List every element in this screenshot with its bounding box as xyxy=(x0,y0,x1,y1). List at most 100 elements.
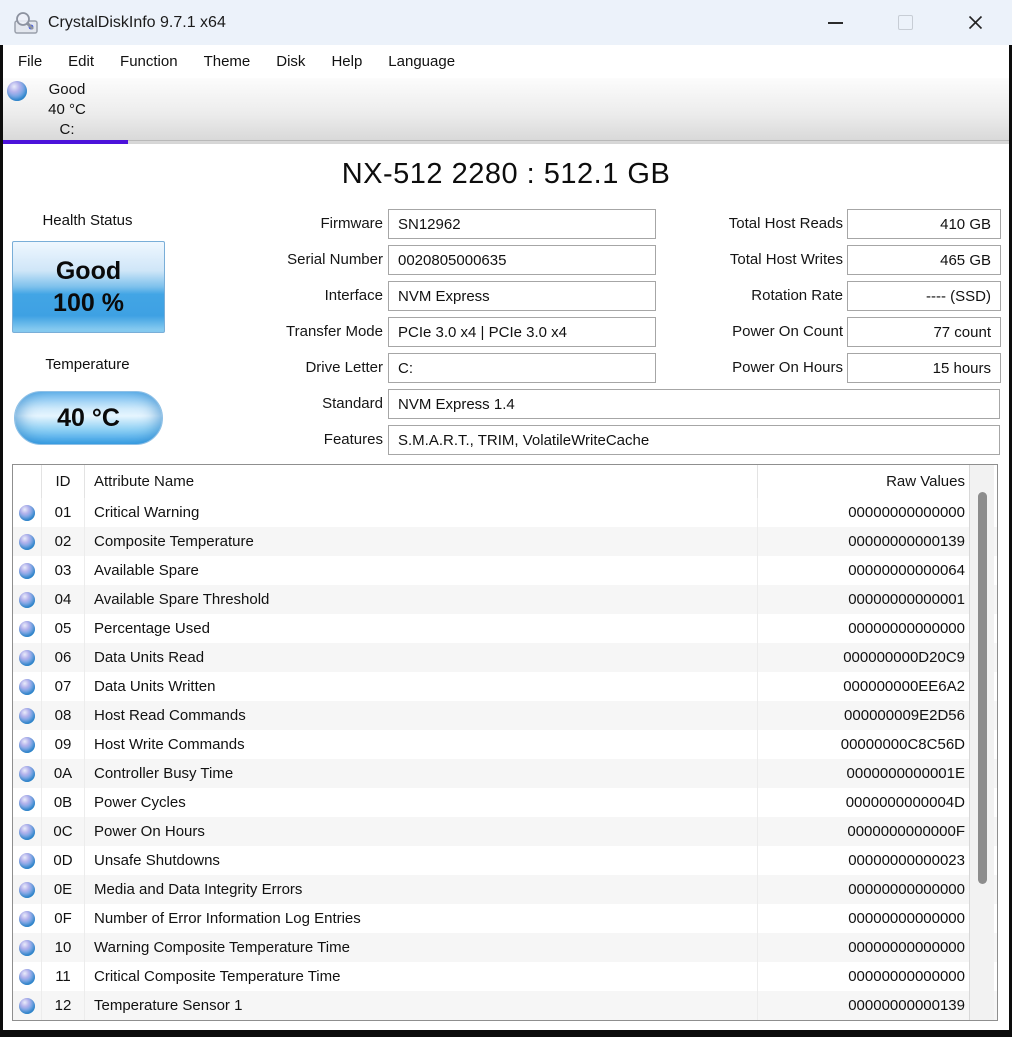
status-orb-icon xyxy=(19,853,35,869)
attribute-raw-value: 00000000000000 xyxy=(758,614,969,643)
smart-row-07[interactable]: 07Data Units Written000000000EE6A2 xyxy=(13,672,997,701)
attribute-raw-value: 00000000000000 xyxy=(758,962,969,991)
field-standard-label: Standard xyxy=(200,389,383,419)
attribute-name: Warning Composite Temperature Time xyxy=(85,933,758,962)
attribute-name: Available Spare xyxy=(85,556,758,585)
menu-theme[interactable]: Theme xyxy=(191,45,264,78)
attribute-name: Critical Warning xyxy=(85,498,758,527)
attribute-id: 12 xyxy=(42,991,85,1020)
attribute-id: 0E xyxy=(42,875,85,904)
status-orb-icon xyxy=(19,708,35,724)
attribute-id: 08 xyxy=(42,701,85,730)
attribute-id: 07 xyxy=(42,672,85,701)
app-disk-magnifier-icon xyxy=(12,10,40,36)
attribute-raw-value: 0000000000001E xyxy=(758,759,969,788)
temperature-indicator: 40 °C xyxy=(14,391,163,445)
attribute-raw-value: 00000000000023 xyxy=(758,846,969,875)
attribute-id: 09 xyxy=(42,730,85,759)
smart-row-0A[interactable]: 0AController Busy Time0000000000001E xyxy=(13,759,997,788)
row-status-cell xyxy=(13,991,42,1020)
smart-row-0D[interactable]: 0DUnsafe Shutdowns00000000000023 xyxy=(13,846,997,875)
window-title: CrystalDiskInfo 9.7.1 x64 xyxy=(48,14,226,32)
smart-row-10[interactable]: 10Warning Composite Temperature Time0000… xyxy=(13,933,997,962)
attribute-raw-value: 00000000C8C56D xyxy=(758,730,969,759)
attribute-name: Number of Error Information Log Entries xyxy=(85,904,758,933)
attribute-raw-value: 0000000000004D xyxy=(758,788,969,817)
smart-row-0B[interactable]: 0BPower Cycles0000000000004D xyxy=(13,788,997,817)
field-power-on-count-label: Power On Count xyxy=(660,317,843,347)
menu-disk[interactable]: Disk xyxy=(263,45,318,78)
smart-row-02[interactable]: 02Composite Temperature00000000000139 xyxy=(13,527,997,556)
header-raw-values: Raw Values xyxy=(758,465,969,498)
smart-row-12[interactable]: 12Temperature Sensor 100000000000139 xyxy=(13,991,997,1020)
health-status-label: Health Status xyxy=(6,212,169,229)
attribute-raw-value: 00000000000000 xyxy=(758,498,969,527)
attribute-name: Available Spare Threshold xyxy=(85,585,758,614)
attribute-raw-value: 000000000D20C9 xyxy=(758,643,969,672)
menu-language[interactable]: Language xyxy=(375,45,468,78)
scrollbar-thumb[interactable] xyxy=(978,492,987,884)
field-rotation-rate-value: ---- (SSD) xyxy=(847,281,1001,311)
smart-row-05[interactable]: 05Percentage Used00000000000000 xyxy=(13,614,997,643)
status-orb-icon xyxy=(19,969,35,985)
maximize-icon xyxy=(898,15,913,30)
close-button[interactable] xyxy=(952,0,998,45)
menu-function[interactable]: Function xyxy=(107,45,191,78)
attribute-name: Data Units Read xyxy=(85,643,758,672)
attribute-raw-value: 00000000000139 xyxy=(758,527,969,556)
attribute-name: Controller Busy Time xyxy=(85,759,758,788)
smart-row-03[interactable]: 03Available Spare00000000000064 xyxy=(13,556,997,585)
field-serial-number-label: Serial Number xyxy=(200,245,383,275)
health-status-percent: 100 % xyxy=(53,291,124,316)
smart-row-0F[interactable]: 0FNumber of Error Information Log Entrie… xyxy=(13,904,997,933)
status-orb-icon xyxy=(19,650,35,666)
field-firmware-value: SN12962 xyxy=(388,209,656,239)
header-attribute-name: Attribute Name xyxy=(85,465,758,498)
smart-row-08[interactable]: 08Host Read Commands000000009E2D56 xyxy=(13,701,997,730)
attribute-raw-value: 00000000000000 xyxy=(758,875,969,904)
status-orb-icon xyxy=(19,766,35,782)
field-power-on-hours-label: Power On Hours xyxy=(660,353,843,383)
attribute-id: 01 xyxy=(42,498,85,527)
status-orb-icon xyxy=(19,911,35,927)
smart-row-0C[interactable]: 0CPower On Hours0000000000000F xyxy=(13,817,997,846)
smart-row-01[interactable]: 01Critical Warning00000000000000 xyxy=(13,498,997,527)
row-status-cell xyxy=(13,585,42,614)
status-orb-icon xyxy=(19,534,35,550)
health-status-value: Good xyxy=(56,259,121,284)
field-serial-number-value: 0020805000635 xyxy=(388,245,656,275)
menu-file[interactable]: File xyxy=(5,45,55,78)
attribute-id: 0A xyxy=(42,759,85,788)
row-status-cell xyxy=(13,875,42,904)
drive-tab-c[interactable]: Good 40 °C C: xyxy=(3,78,133,141)
maximize-button[interactable] xyxy=(882,0,928,45)
selected-tab-underline xyxy=(3,140,128,144)
attribute-raw-value: 000000009E2D56 xyxy=(758,701,969,730)
minimize-button[interactable] xyxy=(812,0,858,45)
attribute-name: Percentage Used xyxy=(85,614,758,643)
drive-status-orb-icon xyxy=(7,81,27,101)
row-status-cell xyxy=(13,933,42,962)
row-status-cell xyxy=(13,730,42,759)
field-standard-value: NVM Express 1.4 xyxy=(388,389,1000,419)
menu-help[interactable]: Help xyxy=(318,45,375,78)
drive-model-title: NX-512 2280 : 512.1 GB xyxy=(0,158,1012,191)
smart-table-body: 01Critical Warning0000000000000002Compos… xyxy=(13,498,997,1020)
attribute-id: 0C xyxy=(42,817,85,846)
status-orb-icon xyxy=(19,679,35,695)
vertical-scrollbar[interactable] xyxy=(969,465,994,1020)
attribute-id: 0B xyxy=(42,788,85,817)
row-status-cell xyxy=(13,701,42,730)
attribute-id: 03 xyxy=(42,556,85,585)
menu-edit[interactable]: Edit xyxy=(55,45,107,78)
smart-row-04[interactable]: 04Available Spare Threshold0000000000000… xyxy=(13,585,997,614)
smart-row-0E[interactable]: 0EMedia and Data Integrity Errors0000000… xyxy=(13,875,997,904)
window-border-left xyxy=(0,45,3,1037)
status-orb-icon xyxy=(19,621,35,637)
attribute-raw-value: 00000000000139 xyxy=(758,991,969,1020)
smart-row-06[interactable]: 06Data Units Read000000000D20C9 xyxy=(13,643,997,672)
field-firmware-label: Firmware xyxy=(200,209,383,239)
smart-row-09[interactable]: 09Host Write Commands00000000C8C56D xyxy=(13,730,997,759)
smart-row-11[interactable]: 11Critical Composite Temperature Time000… xyxy=(13,962,997,991)
row-status-cell xyxy=(13,643,42,672)
